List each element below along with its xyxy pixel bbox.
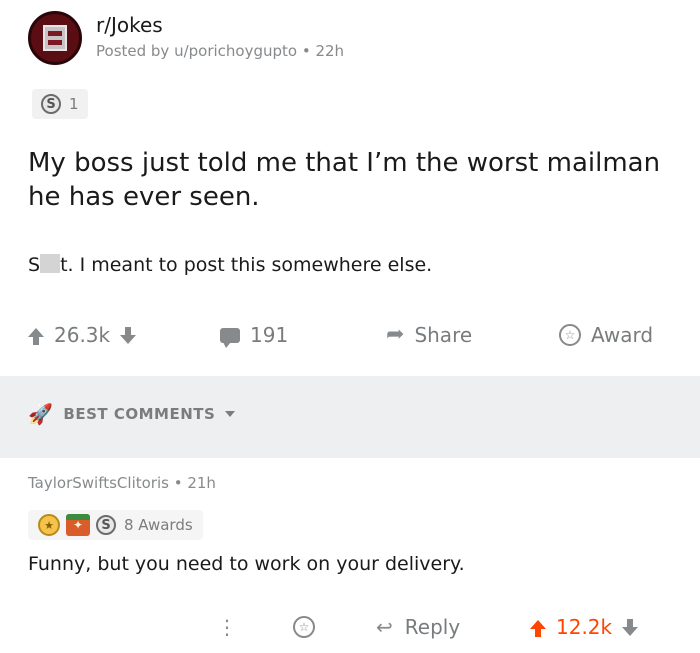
downvote-icon[interactable] [622, 617, 639, 637]
award-icon: ☆ [293, 616, 315, 638]
comment-body: Funny, but you need to work on your deli… [28, 553, 465, 575]
post-meta: Posted by u/porichoygupto • 22h [96, 42, 345, 60]
subreddit-avatar[interactable] [28, 11, 82, 65]
comment-award-button[interactable]: ☆ [293, 612, 315, 642]
gift-award-icon: ✦ [66, 514, 90, 536]
comment-awards-label: 8 Awards [124, 516, 193, 534]
award-icon: ☆ [559, 324, 581, 346]
post-vote-count: 26.3k [54, 323, 111, 347]
comment-count: 191 [250, 323, 289, 347]
comment-icon [220, 327, 240, 348]
comment-awards[interactable]: ★ ✦ S 8 Awards [28, 510, 203, 540]
comment-sort-dropdown[interactable]: 🚀 BEST COMMENTS [28, 402, 236, 426]
more-options-button[interactable]: ⋮ [217, 612, 237, 642]
share-label: Share [414, 323, 473, 347]
reply-button[interactable]: ↩ Reply [376, 612, 460, 642]
rocket-icon: 🚀 [28, 402, 54, 426]
upvote-icon[interactable] [28, 325, 44, 345]
share-button[interactable]: ➦ Share [386, 318, 472, 352]
silver-award-icon: S [41, 94, 61, 114]
chevron-down-icon [225, 411, 236, 417]
comment-sort-label: BEST COMMENTS [63, 405, 216, 423]
post-body-prefix: S [28, 254, 41, 276]
award-label: Award [591, 323, 654, 347]
censor-blur [40, 254, 61, 273]
post-vote-group: 26.3k [28, 318, 137, 352]
reply-label: Reply [404, 615, 461, 639]
post-title: My boss just told me that I’m the worst … [28, 148, 661, 212]
award-button[interactable]: ☆ Award [559, 318, 653, 352]
comments-button[interactable]: 191 [220, 318, 288, 352]
comment-meta[interactable]: TaylorSwiftsClitoris • 21h [28, 474, 216, 492]
post-awards[interactable]: S 1 [32, 89, 88, 119]
post-body: St. I meant to post this somewhere else. [28, 254, 432, 276]
silver-award-icon: S [96, 515, 116, 535]
comment-vote-count: 12.2k [556, 615, 613, 639]
comment-vote-group: 12.2k [530, 612, 639, 642]
share-icon: ➦ [386, 322, 405, 347]
subreddit-name[interactable]: r/Jokes [96, 13, 163, 37]
upvote-icon[interactable] [530, 617, 546, 637]
post-body-suffix: t. I meant to post this somewhere else. [60, 254, 433, 276]
reply-icon: ↩ [376, 615, 393, 639]
downvote-icon[interactable] [120, 325, 137, 345]
post-award-count: 1 [69, 95, 79, 113]
gold-medal-icon: ★ [38, 514, 60, 536]
